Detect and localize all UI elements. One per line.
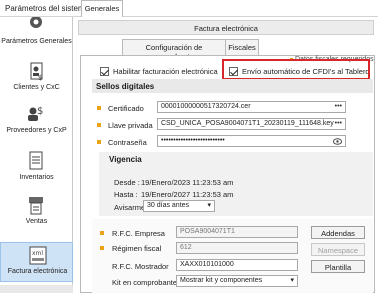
svg-text:$: $	[37, 106, 43, 117]
notify-select[interactable]: 30 días antes ▾	[143, 200, 215, 212]
eye-icon[interactable]	[333, 138, 342, 145]
inventory-icon	[29, 151, 43, 170]
sidebar-scroll-area[interactable]	[0, 285, 73, 293]
rfc-counter-field[interactable]: XAXX010101000	[176, 259, 298, 271]
sidebar-item-inventory[interactable]: Inventarios	[0, 143, 73, 183]
password-field[interactable]: ••••••••••••••••••••••••••	[157, 135, 346, 147]
namespace-button[interactable]: Namespace	[311, 243, 365, 256]
valid-to-label: Hasta :	[114, 190, 138, 199]
gear-icon	[30, 17, 42, 28]
sidebar-item-suppliers[interactable]: $ Proveedores y CxP	[0, 99, 73, 139]
rfc-company-label: R.F.C. Empresa	[112, 229, 165, 238]
section-header-title: Factura electrónica	[194, 24, 258, 33]
certificate-field[interactable]: 00001000000517320724.cer •••	[157, 101, 346, 113]
svg-text:xml: xml	[32, 250, 43, 257]
tab-generales[interactable]: Generales	[81, 0, 123, 17]
addenda-button[interactable]: Addendas	[311, 226, 365, 239]
private-key-label: Llave privada	[108, 121, 153, 130]
section-header: Factura electrónica	[78, 20, 374, 35]
notify-label: Avisarme	[114, 203, 146, 212]
regime-label: Régimen fiscal	[112, 244, 162, 253]
private-key-field[interactable]: CSD_UNICA_POSA9004071T1_20230119_111648.…	[157, 118, 346, 130]
browse-icon[interactable]: •••	[335, 120, 342, 127]
highlight-box	[222, 59, 370, 80]
window-title: Parámetros del sistema	[5, 4, 90, 13]
invoice-icon: xml	[29, 246, 47, 265]
required-marker	[100, 231, 104, 235]
rfc-counter-label: R.F.C. Mostrador	[112, 262, 169, 271]
kit-select[interactable]: Mostrar kit y componentes ▾	[176, 275, 298, 287]
password-label: Contraseña	[108, 138, 147, 147]
sidebar-item-general[interactable]: Parámetros Generales	[0, 17, 73, 57]
chevron-down-icon: ▾	[207, 202, 211, 209]
certificate-value: 00001000000517320724.cer	[161, 103, 251, 110]
regime-field[interactable]: 612	[176, 242, 298, 254]
digital-seals-title: Sellos digitales	[92, 79, 373, 93]
kit-value: Mostrar kit y componentes	[180, 277, 263, 284]
sidebar-item-label: Inventarios	[19, 174, 54, 181]
printer-icon	[29, 197, 43, 215]
template-button[interactable]: Plantilla	[311, 260, 365, 273]
browse-icon[interactable]: •••	[335, 103, 342, 110]
valid-from-value: 19/Enero/2023 11:23:53 am	[141, 178, 234, 187]
suppliers-icon: $	[28, 106, 43, 121]
svg-text:$: $	[38, 74, 42, 82]
private-key-value: CSD_UNICA_POSA9004071T1_20230119_111648.…	[161, 120, 334, 127]
certificate-label: Certificado	[108, 104, 144, 113]
tab-fiscales[interactable]: Fiscales	[225, 39, 259, 55]
required-marker	[97, 123, 101, 127]
kit-label: Kit en comprobante	[112, 278, 178, 287]
sidebar-item-label: Factura electrónica	[7, 268, 68, 275]
clients-icon: $	[30, 62, 43, 82]
required-marker	[97, 106, 101, 110]
sidebar-item-label: Parámetros Generales	[1, 38, 72, 45]
sidebar-item-label: Ventas	[25, 218, 48, 225]
tab-configuracion[interactable]: Configuración de comprobantes	[122, 39, 226, 61]
sidebar-item-e-invoice[interactable]: xml Factura electrónica	[0, 242, 73, 282]
valid-to-value: 19/Enero/2027 11:23:53 am	[141, 190, 234, 199]
enable-billing-checkbox[interactable]	[100, 67, 109, 76]
window-titlebar: Parámetros del sistema	[0, 0, 378, 17]
notify-value: 30 días antes	[147, 202, 190, 209]
sidebar-item-label: Proveedores y CxP	[6, 127, 67, 134]
sidebar-item-clients[interactable]: $ Clientes y CxC	[0, 57, 73, 97]
rfc-company-field[interactable]: POSA9004071T1	[176, 226, 298, 238]
rfc-company-value: POSA9004071T1	[180, 228, 235, 235]
password-value: ••••••••••••••••••••••••••	[161, 137, 225, 144]
sidebar-item-sales[interactable]: Ventas	[0, 187, 73, 227]
validity-title: Vigencia	[109, 155, 142, 164]
regime-value: 612	[180, 244, 192, 251]
required-marker	[100, 246, 104, 250]
required-marker	[97, 140, 101, 144]
enable-billing-label: Habilitar facturación electrónica	[113, 67, 218, 76]
rfc-counter-value: XAXX010101000	[180, 261, 234, 268]
sidebar: Parámetros Generales $ Clientes y CxC $ …	[0, 17, 73, 293]
valid-from-label: Desde :	[114, 178, 140, 187]
chevron-down-icon: ▾	[290, 277, 294, 284]
sidebar-item-label: Clientes y CxC	[13, 84, 60, 91]
